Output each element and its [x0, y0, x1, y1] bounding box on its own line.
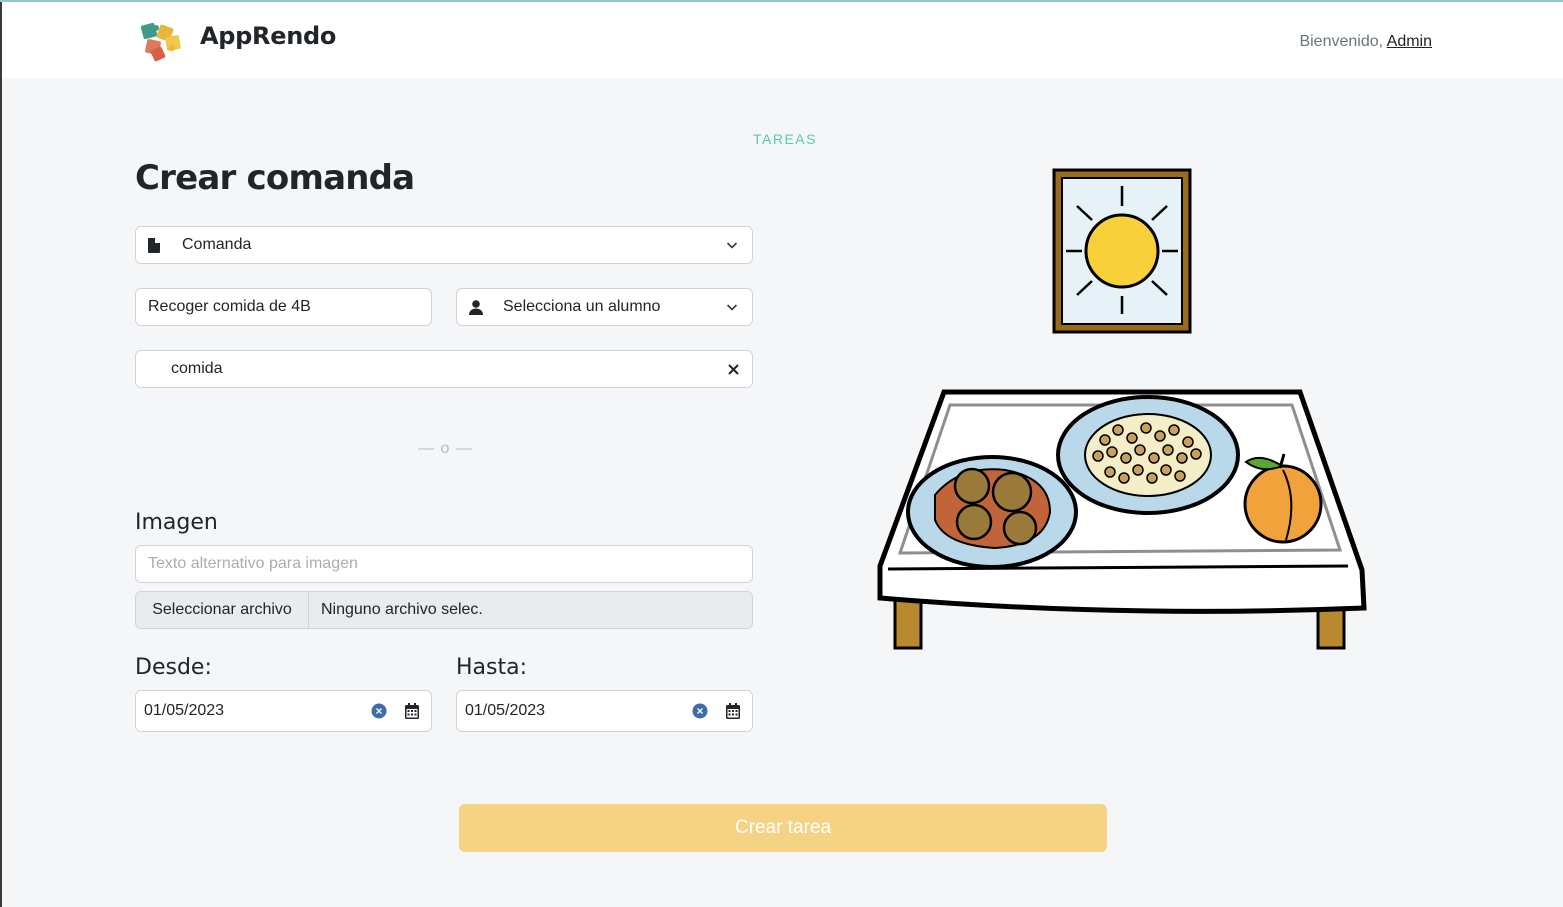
task-name-value: Recoger comida de 4B: [148, 298, 311, 315]
file-input[interactable]: Seleccionar archivo Ninguno archivo sele…: [135, 591, 753, 629]
task-type-value: Comanda: [182, 236, 252, 253]
to-date-value: 01/05/2023: [465, 702, 546, 719]
section-kicker: TAREAS: [753, 131, 817, 147]
window-edge: [0, 0, 2, 907]
image-alt-placeholder: Texto alternativo para imagen: [148, 555, 358, 572]
calendar-icon[interactable]: [726, 703, 740, 719]
pictogram-search-input[interactable]: comida: [135, 350, 753, 388]
brand-name[interactable]: AppRendo: [200, 22, 336, 50]
page-title: Crear comanda: [135, 158, 415, 198]
task-type-select[interactable]: Comanda: [135, 226, 753, 264]
pictogram-search-value: comida: [171, 360, 223, 377]
file-icon: [148, 237, 162, 253]
top-navbar: AppRendo Bienvenido, Admin: [2, 2, 1563, 78]
or-divider: — o —: [418, 440, 473, 457]
image-alt-input[interactable]: Texto alternativo para imagen: [135, 545, 753, 583]
student-select[interactable]: Selecciona un alumno: [456, 288, 753, 326]
welcome-text: Bienvenido,: [1299, 33, 1384, 50]
welcome-message: Bienvenido, Admin: [1299, 33, 1432, 51]
to-date-input[interactable]: 01/05/2023: [456, 690, 753, 732]
chevron-down-icon: [726, 304, 738, 311]
from-label: Desde:: [135, 655, 212, 680]
choose-file-button[interactable]: Seleccionar archivo: [136, 592, 309, 628]
from-date-input[interactable]: 01/05/2023: [135, 690, 432, 732]
file-status: Ninguno archivo selec.: [321, 601, 483, 618]
to-label: Hasta:: [456, 655, 528, 680]
top-accent-line: [0, 0, 1563, 2]
from-date-value: 01/05/2023: [144, 702, 225, 719]
task-name-input[interactable]: Recoger comida de 4B: [135, 288, 432, 326]
user-icon: [469, 299, 483, 315]
clear-icon[interactable]: [727, 363, 740, 376]
clear-date-icon[interactable]: [692, 703, 708, 719]
student-select-value: Selecciona un alumno: [503, 298, 661, 315]
image-label: Imagen: [135, 510, 218, 535]
create-task-button[interactable]: Crear tarea: [459, 804, 1107, 852]
user-link[interactable]: Admin: [1387, 33, 1432, 50]
chevron-down-icon: [726, 242, 738, 249]
puzzle-logo-icon[interactable]: [136, 18, 186, 64]
table-with-food-pictogram: [877, 168, 1367, 650]
clear-date-icon[interactable]: [371, 703, 387, 719]
calendar-icon[interactable]: [405, 703, 419, 719]
